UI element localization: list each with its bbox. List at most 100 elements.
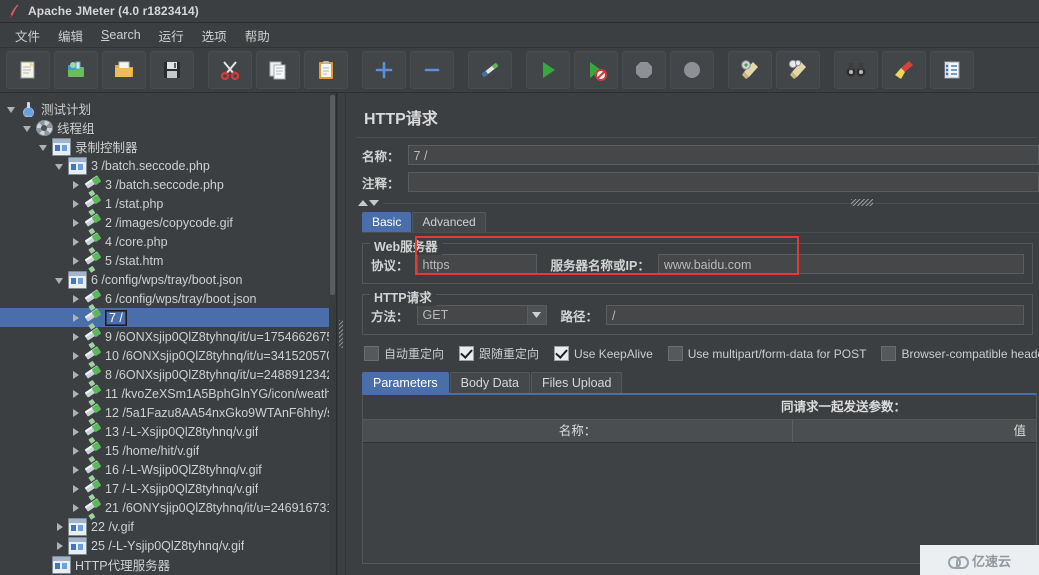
tab-advanced[interactable]: Advanced [412, 212, 486, 232]
test-plan-tree[interactable]: 测试计划 线程组 录制控制器 3 /batch.seccode.php 3 /batch… [0, 93, 336, 574]
start-button[interactable] [526, 51, 570, 89]
tree-node-sampler-8[interactable]: 8 /6ONXsjip0QlZ8tyhnq/it/u=2488912342,42… [0, 365, 336, 384]
chevron-right-icon[interactable] [70, 464, 82, 476]
checkbox-browser-compatible[interactable]: Browser-compatible headers [881, 346, 1039, 361]
tree-node-sampler-12[interactable]: 12 /5a1Fazu8AA54nxGko9WTAnF6hhy/su [0, 403, 336, 422]
tree-scrollbar-thumb[interactable] [330, 95, 335, 295]
shutdown-button[interactable] [670, 51, 714, 89]
checkbox-checked-icon[interactable] [554, 346, 570, 361]
tree-node-sampler-10[interactable]: 10 /6ONXsjip0QlZ8tyhnq/it/u=3415205701,3… [0, 346, 336, 365]
chevron-right-icon[interactable] [70, 179, 82, 191]
chevron-right-icon[interactable] [70, 312, 82, 324]
tab-body-data[interactable]: Body Data [449, 372, 530, 393]
tree-node-sampler-9[interactable]: 9 /6ONXsjip0QlZ8tyhnq/it/u=1754662675,40… [0, 327, 336, 346]
tree-node-thread-group[interactable]: 线程组 [0, 118, 336, 137]
chevron-right-icon[interactable] [70, 236, 82, 248]
checkbox-auto-redirect[interactable]: 自动重定向 [364, 345, 444, 362]
chevron-right-icon[interactable] [70, 407, 82, 419]
server-input[interactable]: www.baidu.com [657, 254, 1024, 274]
search-button[interactable] [834, 51, 878, 89]
checkbox-follow-redirect[interactable]: 跟随重定向 [459, 345, 539, 362]
menu-options[interactable]: 选项 [193, 23, 236, 48]
checkbox-unchecked-icon[interactable] [881, 346, 897, 361]
clear-all-button[interactable] [776, 51, 820, 89]
tree-node-sampler-11[interactable]: 11 /kvoZeXSm1A5BphGlnYG/icon/weather/ala… [0, 384, 336, 403]
collapse-grip[interactable] [851, 198, 873, 206]
chevron-right-icon[interactable] [70, 502, 82, 514]
tab-files-upload[interactable]: Files Upload [530, 372, 623, 393]
protocol-input[interactable]: https [416, 254, 537, 274]
tree-node-http-proxy-server[interactable]: HTTP代理服务器 [0, 555, 336, 574]
tree-node-sampler-16[interactable]: 16 /-L-Wsjip0QlZ8tyhnq/v.gif [0, 460, 336, 479]
checkbox-checked-icon[interactable] [459, 346, 475, 361]
checkbox-unchecked-icon[interactable] [667, 346, 683, 361]
chevron-down-icon[interactable] [54, 274, 66, 286]
tree-node-transaction-3[interactable]: 3 /batch.seccode.php [0, 156, 336, 175]
method-select[interactable]: GET [416, 305, 547, 325]
chevron-right-icon[interactable] [54, 540, 66, 552]
path-input[interactable]: / [606, 305, 1024, 325]
tree-node-sampler-5[interactable]: 5 /stat.htm [0, 251, 336, 270]
pane-splitter[interactable] [337, 93, 346, 575]
expand-all-button[interactable] [362, 51, 406, 89]
name-input[interactable]: 7 / [407, 145, 1039, 165]
tab-basic[interactable]: Basic [362, 212, 412, 232]
chevron-right-icon[interactable] [70, 445, 82, 457]
tree-node-label[interactable]: 7 / [105, 309, 127, 326]
menu-edit[interactable]: 编辑 [49, 23, 92, 48]
save-button[interactable] [150, 51, 194, 89]
tree-node-sampler-7[interactable]: 7 / [0, 308, 336, 327]
tree-node-recording-controller[interactable]: 录制控制器 [0, 137, 336, 156]
chevron-right-icon[interactable] [70, 331, 82, 343]
chevron-down-icon[interactable] [54, 160, 66, 172]
tree-node-sampler-15[interactable]: 15 /home/hit/v.gif [0, 441, 336, 460]
menu-search[interactable]: Search [92, 25, 150, 45]
tree-node-sampler-6[interactable]: 6 /config/wps/tray/boot.json [0, 289, 336, 308]
chevron-right-icon[interactable] [54, 521, 66, 533]
cut-button[interactable] [208, 51, 252, 89]
chevron-down-icon[interactable] [38, 141, 50, 153]
tree-node-transaction-6[interactable]: 6 /config/wps/tray/boot.json [0, 270, 336, 289]
chevron-right-icon[interactable] [70, 350, 82, 362]
clear-button[interactable] [728, 51, 772, 89]
tree-scrollbar[interactable] [329, 93, 336, 575]
splitter-grip[interactable] [339, 320, 343, 348]
chevron-down-icon[interactable] [22, 122, 34, 134]
tab-parameters[interactable]: Parameters [362, 372, 449, 393]
paste-button[interactable] [304, 51, 348, 89]
tree-node-sampler-2[interactable]: 2 /images/copycode.gif [0, 213, 336, 232]
chevron-right-icon[interactable] [70, 483, 82, 495]
checkbox-multipart[interactable]: Use multipart/form-data for POST [667, 346, 866, 361]
function-helper-button[interactable] [930, 51, 974, 89]
chevron-right-icon[interactable] [70, 426, 82, 438]
copy-button[interactable] [256, 51, 300, 89]
chevron-right-icon[interactable] [70, 369, 82, 381]
tree-node-transaction-22[interactable]: 22 /v.gif [0, 517, 336, 536]
start-no-pauses-button[interactable] [574, 51, 618, 89]
collapse-down-icon[interactable] [369, 200, 379, 206]
templates-button[interactable] [54, 51, 98, 89]
chevron-right-icon[interactable] [70, 217, 82, 229]
tree-node-sampler-3[interactable]: 3 /batch.seccode.php [0, 175, 336, 194]
comment-input[interactable] [407, 172, 1039, 192]
tree-node-sampler-1[interactable]: 1 /stat.php [0, 194, 336, 213]
chevron-right-icon[interactable] [70, 388, 82, 400]
open-button[interactable] [102, 51, 146, 89]
new-button[interactable] [6, 51, 50, 89]
chevron-right-icon[interactable] [70, 255, 82, 267]
chevron-down-icon[interactable] [6, 103, 18, 115]
menu-run[interactable]: 运行 [150, 23, 193, 48]
tree-node-sampler-4[interactable]: 4 /core.php [0, 232, 336, 251]
chevron-right-icon[interactable] [70, 198, 82, 210]
tree-node-sampler-13[interactable]: 13 /-L-Xsjip0QlZ8tyhnq/v.gif [0, 422, 336, 441]
tree-node-test-plan[interactable]: 测试计划 [0, 99, 336, 118]
toggle-button[interactable] [468, 51, 512, 89]
tree-node-sampler-17[interactable]: 17 /-L-Xsjip0QlZ8tyhnq/v.gif [0, 479, 336, 498]
chevron-down-icon[interactable] [526, 306, 546, 324]
reset-search-button[interactable] [882, 51, 926, 89]
stop-button[interactable] [622, 51, 666, 89]
checkbox-use-keepalive[interactable]: Use KeepAlive [554, 346, 653, 361]
collapse-up-icon[interactable] [358, 200, 368, 206]
chevron-right-icon[interactable] [70, 293, 82, 305]
tree-node-sampler-21[interactable]: 21 /6ONYsjip0QlZ8tyhnq/it/u=2469167318,1… [0, 498, 336, 517]
